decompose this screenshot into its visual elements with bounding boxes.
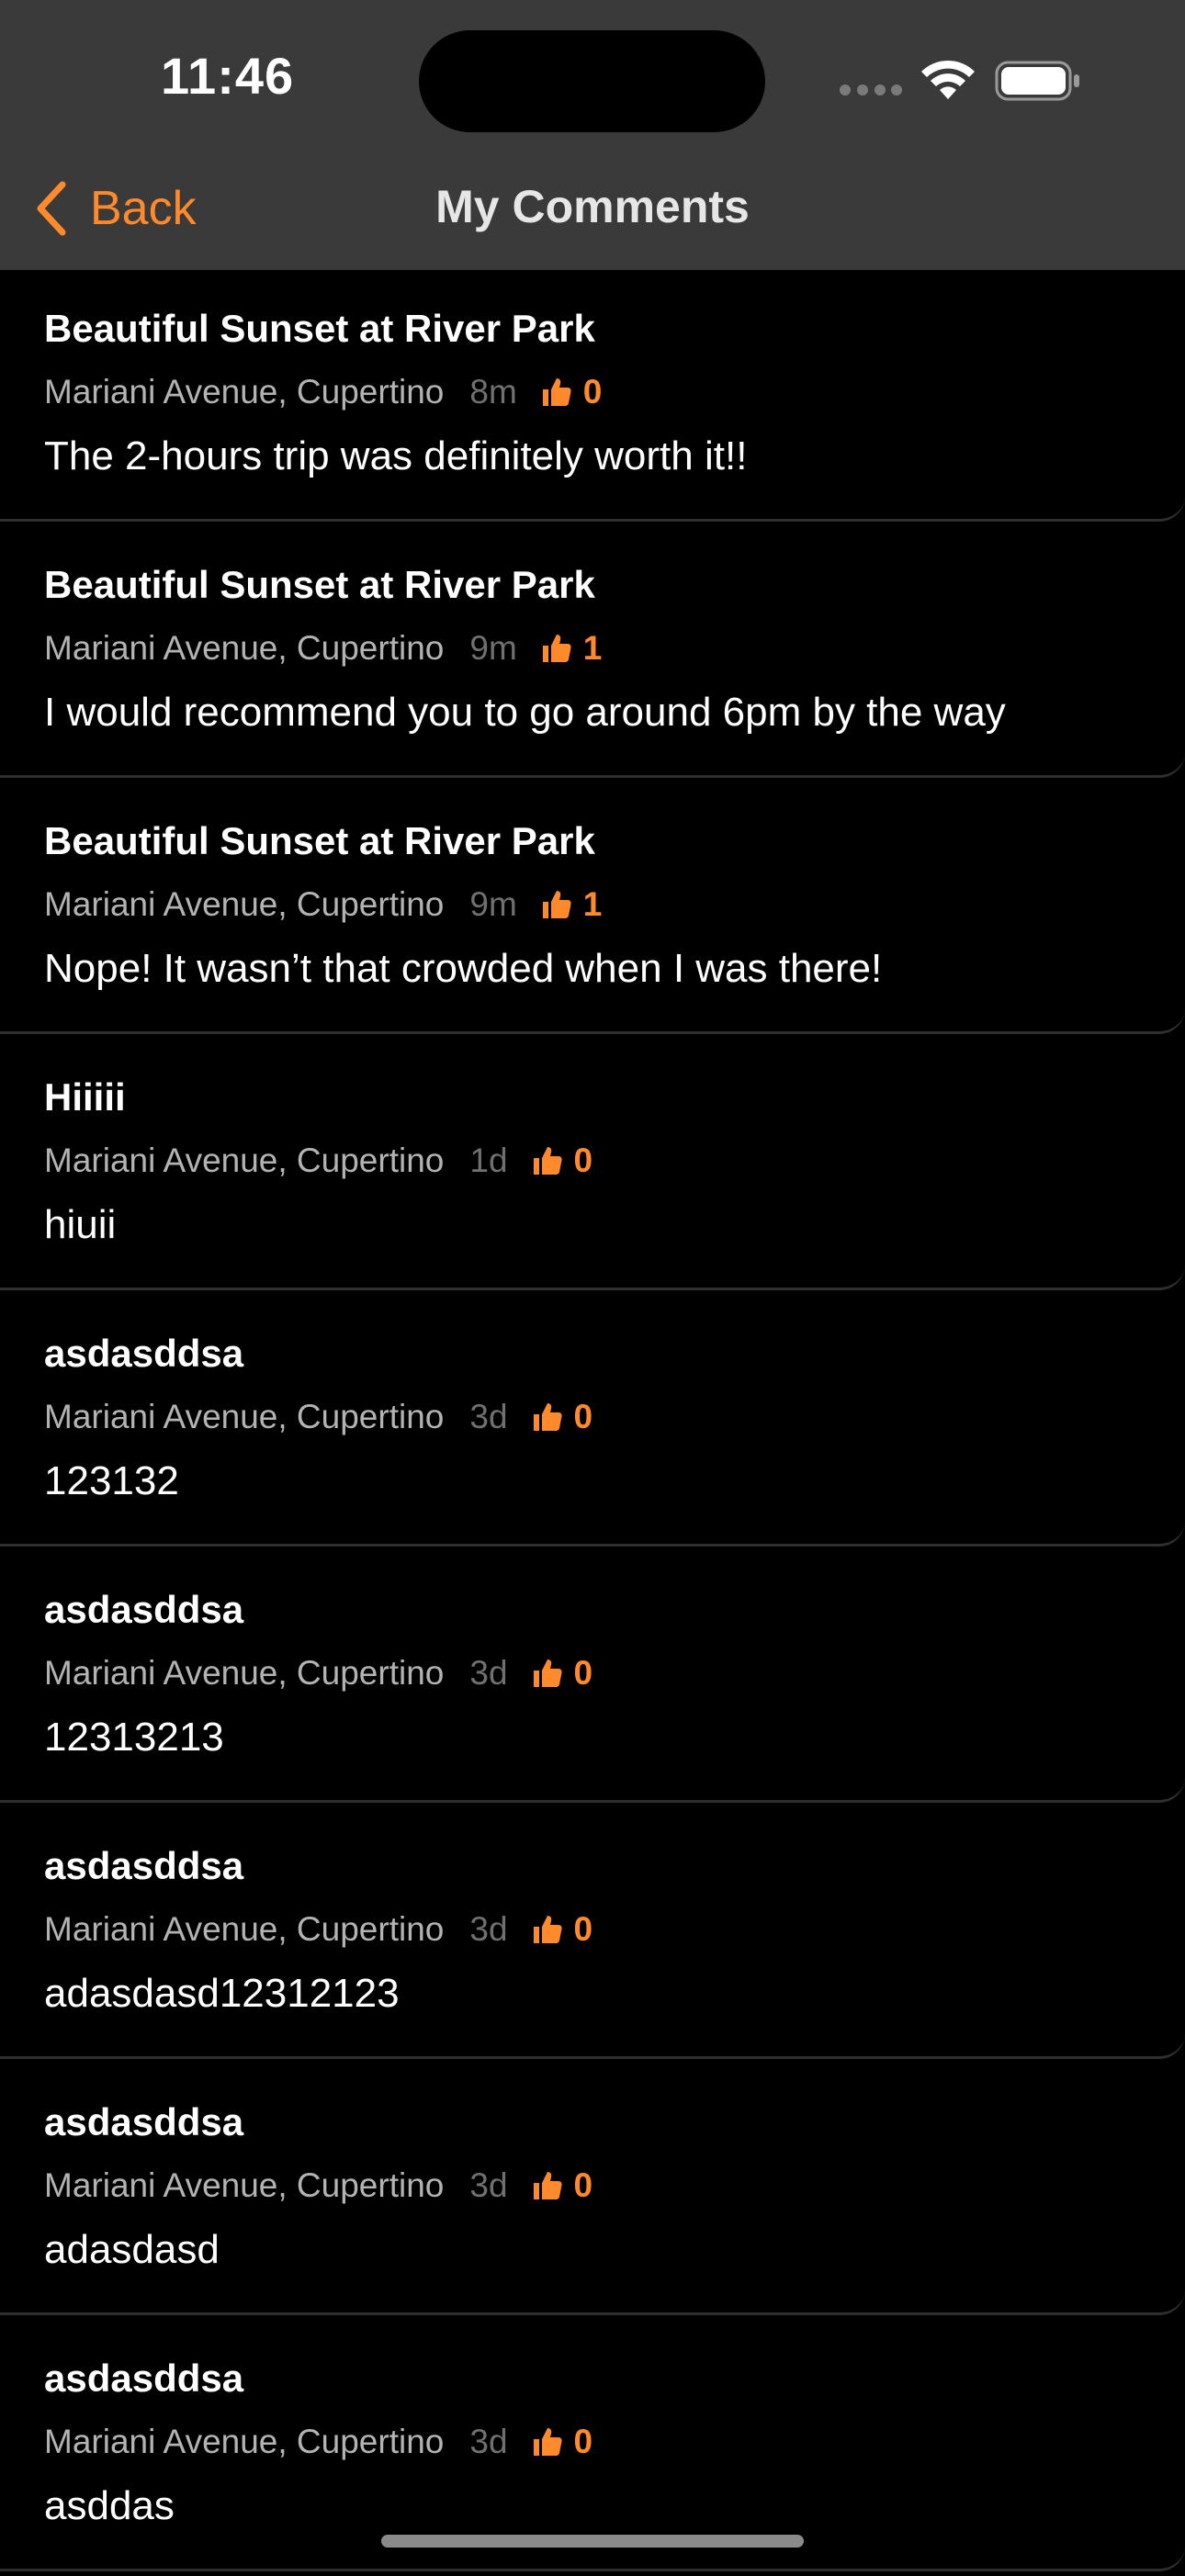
comment-likes: 1 [582, 629, 603, 667]
comment-meta: Mariani Avenue, Cupertino 3d 0 [44, 1654, 592, 1693]
comment-location: Mariani Avenue, Cupertino [44, 373, 445, 411]
comment-meta: Mariani Avenue, Cupertino 9m 1 [44, 629, 602, 668]
comment-post-title: asdasddsa [44, 1588, 244, 1631]
comment-card[interactable]: Beautiful Sunset at River Park Mariani A… [0, 270, 1185, 522]
comment-post-title: asdasddsa [44, 2100, 244, 2143]
comment-meta: Mariani Avenue, Cupertino 9m 1 [44, 885, 602, 924]
comment-card[interactable]: asdasddsa Mariani Avenue, Cupertino 3d 0… [0, 2320, 1185, 2571]
comment-card[interactable]: Beautiful Sunset at River Park Mariani A… [0, 526, 1185, 778]
comment-post-title: asdasddsa [44, 1844, 244, 1887]
comment-post-title: Beautiful Sunset at River Park [44, 563, 595, 606]
thumbs-up-icon [533, 1916, 562, 1943]
comment-location: Mariani Avenue, Cupertino [44, 885, 445, 923]
thumbs-up-icon [533, 1659, 562, 1687]
comment-text: 123132 [44, 1458, 179, 1503]
comment-text: adasdasd [44, 2227, 220, 2272]
comment-meta: Mariani Avenue, Cupertino 3d 0 [44, 2166, 592, 2205]
comment-post-title: asdasddsa [44, 2357, 244, 2400]
comment-post-title: asdasddsa [44, 1332, 244, 1375]
thumbs-up-icon [542, 378, 571, 406]
comment-text: Nope! It wasn’t that crowded when I was … [44, 946, 883, 991]
comment-time: 9m [469, 629, 517, 667]
comment-card[interactable]: asdasddsa Mariani Avenue, Cupertino 3d 0… [0, 2064, 1185, 2315]
comment-likes: 0 [573, 1142, 593, 1179]
comment-time: 3d [469, 1654, 508, 1692]
thumbs-up-icon [533, 2172, 562, 2199]
comment-meta: Mariani Avenue, Cupertino 3d 0 [44, 1910, 592, 1949]
page-title: My Comments [435, 181, 750, 232]
battery-icon [995, 61, 1079, 101]
comments-list: Beautiful Sunset at River Park Mariani A… [0, 270, 1185, 2576]
comment-time: 3d [469, 2166, 508, 2204]
comment-text: 12313213 [44, 1715, 224, 1760]
thumbs-up-icon [533, 1147, 562, 1175]
dynamic-island [419, 30, 765, 132]
comment-time: 3d [469, 1910, 508, 1948]
comment-location: Mariani Avenue, Cupertino [44, 629, 445, 667]
comment-location: Mariani Avenue, Cupertino [44, 1398, 445, 1435]
comment-location: Mariani Avenue, Cupertino [44, 2166, 445, 2204]
comment-card[interactable]: Beautiful Sunset at River Park Mariani A… [0, 782, 1185, 1034]
comment-likes: 0 [582, 373, 603, 411]
comment-time: 8m [469, 373, 517, 411]
wifi-icon [921, 60, 975, 99]
comment-text: The 2-hours trip was definitely worth it… [44, 433, 748, 478]
comment-meta: Mariani Avenue, Cupertino 1d 0 [44, 1142, 592, 1180]
comment-time: 3d [469, 2423, 508, 2460]
comment-likes: 1 [582, 885, 603, 923]
comment-card[interactable]: Hiiiii Mariani Avenue, Cupertino 1d 0 hi… [0, 1039, 1185, 1290]
comment-location: Mariani Avenue, Cupertino [44, 1910, 445, 1948]
thumbs-up-icon [542, 635, 571, 662]
comment-time: 1d [469, 1142, 508, 1179]
comment-likes: 0 [573, 1654, 593, 1692]
comment-likes: 0 [573, 2423, 593, 2460]
thumbs-up-icon [533, 2428, 562, 2456]
comment-card[interactable]: asdasddsa Mariani Avenue, Cupertino 3d 0… [0, 1551, 1185, 1803]
comment-text: hiuii [44, 1202, 117, 1247]
comment-location: Mariani Avenue, Cupertino [44, 1142, 445, 1179]
comment-likes: 0 [573, 1398, 593, 1435]
cellular-signal-icon [840, 84, 902, 96]
comment-text: I would recommend you to go around 6pm b… [44, 690, 1006, 735]
comment-text: asddas [44, 2483, 175, 2528]
comment-likes: 0 [573, 2166, 593, 2204]
comment-time: 9m [469, 885, 517, 923]
comment-meta: Mariani Avenue, Cupertino 8m 0 [44, 373, 602, 411]
comment-text: adasdasd12312123 [44, 1971, 400, 2016]
comment-card[interactable]: asdasddsa Mariani Avenue, Cupertino 3d 0… [0, 1807, 1185, 2059]
home-indicator [381, 2535, 804, 2548]
comment-post-title: Beautiful Sunset at River Park [44, 819, 595, 862]
comment-card[interactable]: asdasddsa Mariani Avenue, Cupertino 3d 0… [0, 1295, 1185, 1547]
comment-time: 3d [469, 1398, 508, 1435]
comment-post-title: Hiiiii [44, 1075, 126, 1119]
comment-meta: Mariani Avenue, Cupertino 3d 0 [44, 1398, 592, 1436]
comment-likes: 0 [573, 1910, 593, 1948]
comment-location: Mariani Avenue, Cupertino [44, 1654, 445, 1692]
comment-post-title: Beautiful Sunset at River Park [44, 307, 595, 350]
header: 11:46 Back My Comments [0, 0, 1185, 270]
thumbs-up-icon [542, 891, 571, 918]
status-time: 11:46 [161, 47, 295, 105]
comment-location: Mariani Avenue, Cupertino [44, 2423, 445, 2460]
thumbs-up-icon [533, 1403, 562, 1431]
comment-meta: Mariani Avenue, Cupertino 3d 0 [44, 2423, 592, 2461]
